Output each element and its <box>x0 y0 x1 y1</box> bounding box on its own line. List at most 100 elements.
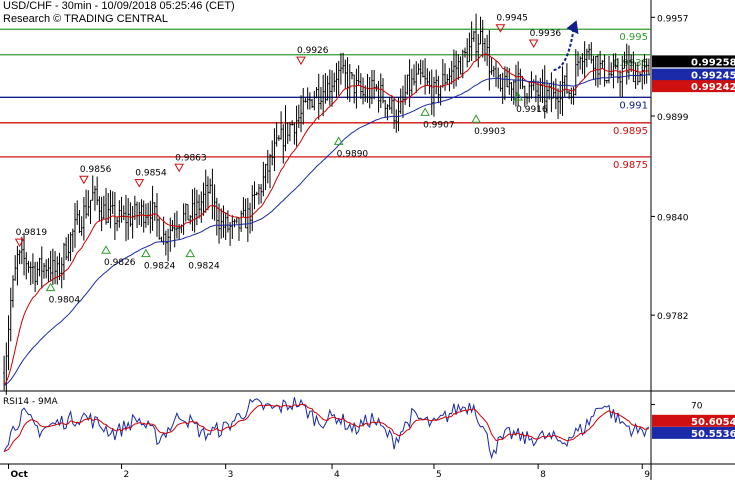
candle <box>136 201 139 228</box>
candle <box>419 59 422 85</box>
candle <box>286 122 289 144</box>
candle <box>492 65 495 78</box>
candle <box>481 19 484 58</box>
candle <box>557 88 560 119</box>
candle <box>275 122 278 147</box>
candle <box>288 121 291 142</box>
swing-high-label: 0.9819 <box>16 228 48 238</box>
candle <box>253 181 256 210</box>
candle <box>71 228 74 253</box>
swing-high-label: 0.9936 <box>530 29 562 39</box>
candle <box>539 77 542 102</box>
candle <box>444 63 447 91</box>
candle <box>284 105 287 152</box>
time-tick-label: 8 <box>540 470 546 480</box>
candle <box>384 99 387 118</box>
swing-low-label: 0.9907 <box>423 120 455 130</box>
candle <box>475 13 478 61</box>
candle <box>246 197 249 242</box>
candle <box>346 57 349 100</box>
candle <box>273 128 276 172</box>
swing-high-marker <box>79 175 89 185</box>
price-tick-label: 0.9840 <box>657 213 689 223</box>
candle <box>459 56 462 75</box>
candle <box>195 189 198 226</box>
candle <box>140 199 143 227</box>
candle <box>87 190 90 217</box>
swing-low-marker <box>45 282 56 292</box>
candle <box>120 196 123 223</box>
annotations-layer: 0.9819 0.9804 0.9856 0.9826 0.9854 0.9824 0.98… <box>14 14 579 306</box>
candle <box>76 200 79 225</box>
candle <box>585 48 588 68</box>
candle <box>240 210 243 232</box>
candle <box>184 203 187 222</box>
candle <box>213 184 216 221</box>
candle <box>517 61 520 106</box>
swing-low-marker <box>101 245 111 254</box>
candle <box>82 196 85 241</box>
candle <box>339 52 342 85</box>
candle <box>160 236 163 242</box>
candle <box>167 228 170 262</box>
swing-low-marker <box>185 248 196 258</box>
rsi-tick-label: 70 <box>691 402 703 412</box>
ma-slow-line <box>3 74 649 386</box>
candle <box>89 199 92 225</box>
candle <box>344 59 347 90</box>
candle <box>437 75 440 104</box>
candle <box>503 66 506 101</box>
candle <box>85 189 88 219</box>
candle <box>29 261 32 286</box>
candle <box>74 203 77 248</box>
chart-frame <box>0 0 735 480</box>
candle <box>477 34 480 68</box>
swing-high-label: 0.9856 <box>80 165 112 175</box>
swing-low-label: 0.9804 <box>49 296 81 306</box>
candle <box>14 255 17 281</box>
swing-low-label: 0.9826 <box>104 258 136 268</box>
candle <box>60 257 63 289</box>
candle <box>293 122 296 145</box>
candle <box>373 69 376 100</box>
candle <box>206 176 209 211</box>
price-badge-label: 0.99258 <box>691 57 735 68</box>
candle <box>483 38 486 62</box>
candle <box>189 215 192 225</box>
candle <box>173 212 176 248</box>
candle <box>91 175 94 201</box>
candle <box>534 75 537 103</box>
candle <box>512 79 515 105</box>
swing-low-marker <box>333 136 344 145</box>
swing-high-label: 0.9854 <box>135 169 167 179</box>
candle <box>426 68 429 87</box>
candle <box>124 194 127 242</box>
candle <box>430 69 433 115</box>
candle <box>5 342 8 395</box>
candle <box>224 212 227 240</box>
candle <box>67 233 70 262</box>
candle <box>102 195 105 219</box>
price-badge-label: 0.99245 <box>691 71 735 82</box>
time-axis: Oct 2 3 4 5 8 9 <box>8 464 650 480</box>
time-tick-label: 2 <box>124 470 130 480</box>
candle <box>408 59 411 108</box>
candle <box>348 64 351 103</box>
swing-high-marker <box>14 238 25 248</box>
candle <box>147 202 150 226</box>
candle <box>268 153 271 189</box>
candle <box>111 191 114 215</box>
candle <box>417 63 420 75</box>
candle <box>319 86 322 110</box>
candle <box>368 76 371 109</box>
candle <box>523 85 526 107</box>
candle <box>27 260 30 273</box>
candle <box>93 185 96 211</box>
swing-low-label: 0.9824 <box>188 262 220 272</box>
price-axis-layer: 0.9957 0.9899 0.9840 0.9782 0.99258 0.992450.… <box>651 14 735 322</box>
candle <box>138 202 141 226</box>
swing-low-marker <box>141 248 151 258</box>
candle <box>399 88 402 114</box>
candle <box>441 58 444 88</box>
candle <box>357 65 360 86</box>
